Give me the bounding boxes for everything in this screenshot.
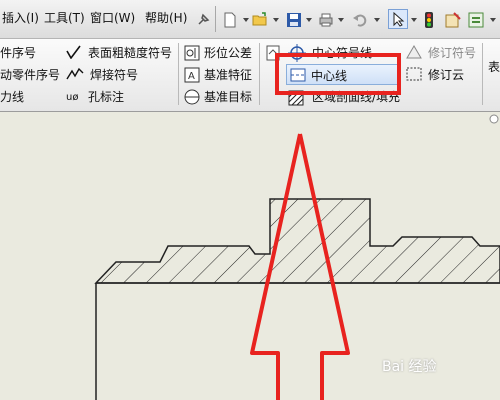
save-icon[interactable] — [286, 12, 302, 28]
hole-callout-icon: uø — [66, 92, 78, 102]
magnetic-line-tool[interactable]: 力线 — [0, 89, 24, 105]
menu-insert[interactable]: 插入(I) — [2, 10, 39, 26]
ribbon-divider — [259, 43, 260, 105]
geometric-tolerance-tool[interactable]: 形位公差 — [204, 45, 252, 61]
geometric-tolerance-icon — [184, 45, 200, 61]
svg-text:A: A — [188, 71, 195, 82]
drawing-canvas[interactable]: Bai 经验 — [0, 112, 500, 400]
open-dropdown-arrow[interactable] — [273, 18, 279, 22]
revision-symbol-tool[interactable]: 修订符号 — [428, 45, 476, 61]
print-dropdown-arrow[interactable] — [338, 18, 344, 22]
balloon-tool[interactable]: 件序号 — [0, 45, 36, 61]
surface-finish-icon — [66, 45, 81, 59]
revision-cloud-icon — [406, 67, 422, 81]
surface-finish-tool[interactable]: 表面粗糙度符号 — [88, 45, 172, 61]
undo-icon[interactable] — [352, 12, 368, 28]
watermark: Bai 经验 — [382, 359, 437, 375]
annotation-ribbon: 件序号 动零件序号 力线 表面粗糙度符号 焊接符号 uø 孔标注 形位公差 A … — [0, 39, 500, 112]
new-dropdown-arrow[interactable] — [243, 18, 249, 22]
properties-icon[interactable] — [445, 12, 461, 28]
canvas-corner-icon — [489, 114, 499, 124]
weld-symbol-tool[interactable]: 焊接符号 — [90, 67, 138, 83]
weld-symbol-icon — [66, 67, 84, 80]
options-dropdown-arrow[interactable] — [490, 18, 496, 22]
hole-callout-tool[interactable]: 孔标注 — [88, 89, 124, 105]
save-dropdown-arrow[interactable] — [306, 18, 312, 22]
new-document-icon[interactable] — [222, 12, 238, 28]
traffic-light-icon[interactable] — [424, 12, 434, 28]
options-icon[interactable] — [468, 12, 484, 28]
table-tool-partial[interactable]: 表 — [488, 59, 500, 75]
select-dropdown-arrow[interactable] — [411, 18, 417, 22]
svg-text:uø: uø — [66, 92, 78, 102]
undo-dropdown-arrow[interactable] — [374, 18, 380, 22]
revision-cloud-tool[interactable]: 修订云 — [428, 67, 464, 83]
pin-icon[interactable] — [195, 12, 211, 28]
menu-help[interactable]: 帮助(H) — [145, 10, 187, 26]
cursor-arrow-icon — [393, 12, 405, 27]
part-outline — [95, 282, 500, 400]
ribbon-divider — [482, 43, 483, 105]
datum-feature-icon: A — [184, 67, 200, 83]
revision-symbol-icon — [406, 45, 422, 59]
ribbon-divider — [178, 43, 179, 105]
auto-balloon-tool[interactable]: 动零件序号 — [0, 67, 60, 83]
highlight-box — [275, 53, 401, 95]
select-tool-button[interactable] — [388, 9, 408, 29]
hatched-section — [94, 198, 500, 284]
menu-tools[interactable]: 工具(T) — [44, 10, 85, 26]
print-icon[interactable] — [318, 12, 334, 28]
datum-feature-tool[interactable]: 基准特征 — [204, 67, 252, 83]
datum-target-icon — [184, 89, 200, 105]
toolbar-divider — [215, 6, 216, 32]
datum-target-tool[interactable]: 基准目标 — [204, 89, 252, 105]
menu-bar: 插入(I) 工具(T) 窗口(W) 帮助(H) — [0, 0, 500, 39]
open-folder-icon[interactable] — [252, 12, 268, 28]
menu-window[interactable]: 窗口(W) — [90, 10, 135, 26]
